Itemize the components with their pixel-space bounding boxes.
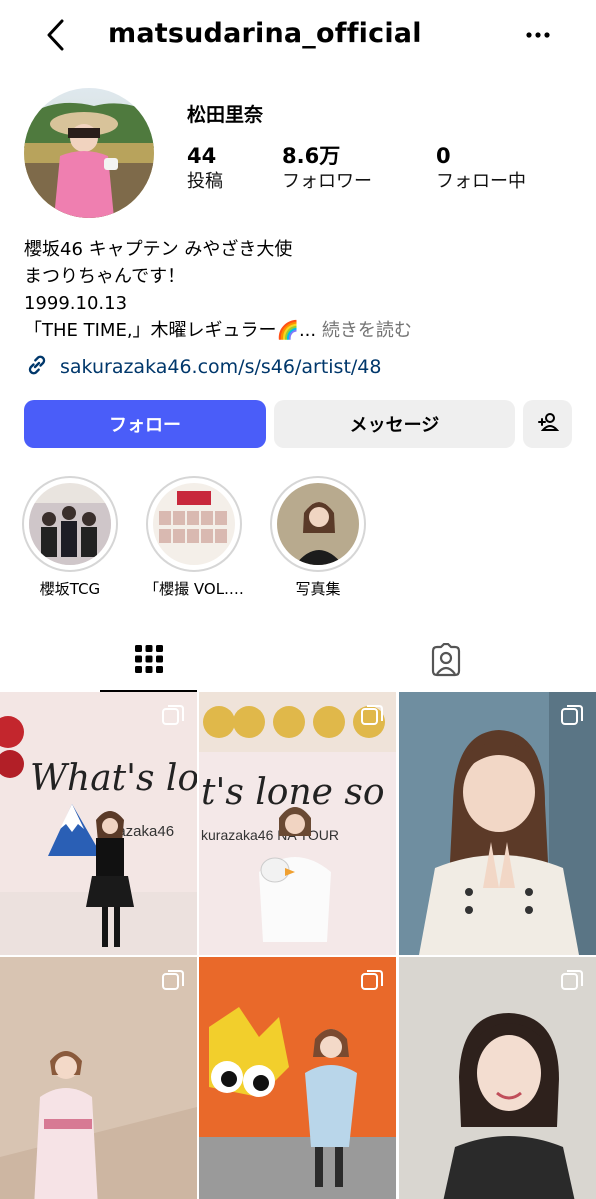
multiple-posts-icon [560, 969, 584, 993]
highlight-thumbnail [277, 483, 359, 565]
tab-tagged[interactable] [397, 632, 494, 692]
post-thumbnail[interactable] [0, 957, 197, 1199]
post-thumbnail[interactable]: What's lo urazaka46 [0, 692, 197, 955]
display-name: 松田里奈 [187, 104, 264, 126]
highlight-item[interactable]: 写真集 [270, 476, 366, 599]
stat-following[interactable]: 0 フォロー中 [436, 143, 526, 195]
bio-line-text: 「THE TIME,」木曜レギュラー🌈... [24, 320, 317, 341]
stat-following-value: 0 [436, 144, 451, 168]
post-thumbnail[interactable] [199, 957, 396, 1199]
bio-line: まつりちゃんです！ [24, 266, 186, 287]
multiple-posts-icon [360, 969, 384, 993]
multiple-posts-icon [161, 969, 185, 993]
profile-bio: 櫻坂46 キャプテン みやざき大使 まつりちゃんです！ 1999.10.13 「… [24, 236, 584, 344]
post-thumbnail[interactable] [399, 692, 596, 955]
stat-following-label: フォロー中 [436, 171, 526, 192]
tab-posts-grid[interactable] [100, 632, 197, 692]
multiple-posts-icon [360, 704, 384, 728]
highlight-thumbnail [153, 483, 235, 565]
more-horizontal-icon[interactable] [520, 22, 560, 48]
highlight-label: 写真集 [295, 580, 341, 598]
highlight-ring [270, 476, 366, 572]
message-button[interactable]: メッセージ [274, 400, 515, 448]
stat-posts[interactable]: 44 投稿 [187, 143, 223, 195]
grid-icon [134, 644, 164, 678]
top-bar: matsudarina_official [0, 0, 596, 70]
link-icon [24, 352, 50, 382]
link-url[interactable]: sakurazaka46.com/s/s46/artist/48 [60, 356, 381, 378]
highlight-ring [22, 476, 118, 572]
highlight-item[interactable]: 櫻坂TCG [22, 476, 118, 599]
bio-line: 1999.10.13 [24, 293, 128, 314]
bio-line-last: 「THE TIME,」木曜レギュラー🌈... 続きを読む [24, 317, 584, 344]
post-thumbnail[interactable] [399, 957, 596, 1199]
profile-tabs [0, 632, 596, 692]
chevron-left-icon[interactable] [40, 16, 74, 54]
multiple-posts-icon [560, 704, 584, 728]
add-person-icon [535, 409, 561, 440]
post-thumbnail[interactable]: t's lone so kurazaka46 NA TOUR [199, 692, 396, 955]
follow-button[interactable]: フォロー [24, 400, 266, 448]
tagged-person-icon [429, 642, 463, 681]
highlight-ring [146, 476, 242, 572]
multiple-posts-icon [161, 704, 185, 728]
stat-followers-value: 8.6万 [282, 144, 341, 168]
stat-followers-label: フォロワー [282, 171, 372, 192]
bio-more-link[interactable]: 続きを読む [322, 320, 412, 341]
highlight-thumbnail [29, 483, 111, 565]
highlight-item[interactable]: 「櫻撮 VOL.… [144, 476, 244, 599]
post-overlay-text: t's lone so [201, 772, 385, 813]
highlight-label: 櫻坂TCG [39, 580, 101, 598]
profile-username: matsudarina_official [108, 18, 422, 49]
stat-posts-label: 投稿 [187, 171, 223, 192]
profile-link[interactable]: sakurazaka46.com/s/s46/artist/48 [24, 352, 381, 382]
highlight-label: 「櫻撮 VOL.… [144, 580, 244, 598]
profile-avatar[interactable] [24, 88, 154, 218]
post-overlay-sub: kurazaka46 NA TOUR [201, 827, 339, 843]
stat-posts-value: 44 [187, 144, 217, 168]
bio-line: 櫻坂46 キャプテン みやざき大使 [24, 239, 293, 260]
post-overlay-text: What's lo [30, 758, 197, 799]
add-person-button[interactable] [523, 400, 572, 448]
stat-followers[interactable]: 8.6万 フォロワー [282, 143, 372, 195]
